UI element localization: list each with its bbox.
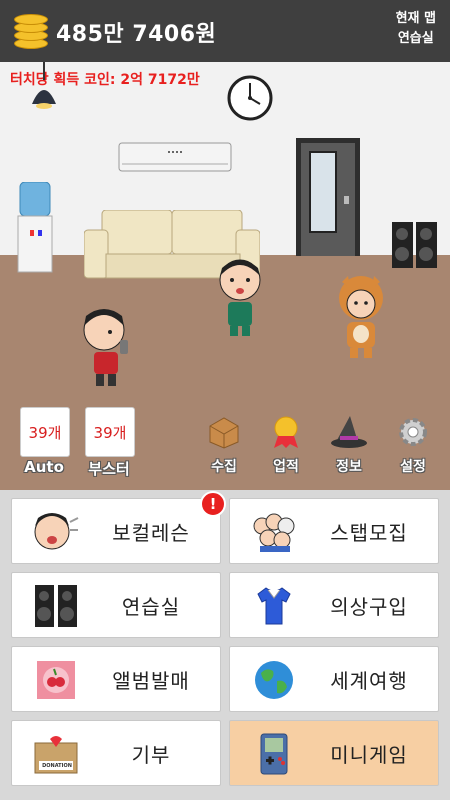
donation-button[interactable]: DONATION 기부 (11, 720, 221, 786)
album-release-button[interactable]: 앨범발매 (11, 646, 221, 712)
minigame-button[interactable]: 미니게임 (229, 720, 439, 786)
settings-menu[interactable]: 설정 (388, 412, 438, 476)
info-label: 정보 (336, 459, 362, 475)
auto-label: Auto (24, 458, 64, 476)
air-conditioner (118, 142, 232, 172)
speaker-icon (35, 585, 77, 627)
current-map-title: 현재 맵 (395, 11, 436, 26)
current-map[interactable]: 현재 맵 연습실 (396, 9, 436, 49)
world-tour-button[interactable]: 세계여행 (229, 646, 439, 712)
auto-slot[interactable]: 39개 (20, 407, 70, 457)
buy-costume-button[interactable]: 의상구입 (229, 572, 439, 638)
current-map-name: 연습실 (397, 31, 434, 46)
collection-menu[interactable]: 수집 (199, 412, 249, 476)
shirt-icon (257, 587, 291, 625)
staff-recruit-label: 스탭모집 (330, 520, 408, 545)
money-amount: 485만 7406원 (56, 22, 217, 47)
action-panel: 보컬레슨 ! 스탭모집 연습실 의상구입 앨범발매 세계여행 DONATION … (0, 490, 450, 800)
achievement-label: 업적 (273, 459, 299, 475)
globe-icon (255, 661, 293, 699)
singing-face-icon (34, 513, 79, 550)
coin-stack-icon (14, 14, 48, 49)
vocal-lesson-button[interactable]: 보컬레슨 ! (11, 491, 226, 564)
trainee-character[interactable] (214, 258, 266, 338)
speaker-stack (392, 222, 437, 268)
booster-label: 부스터 (88, 460, 130, 478)
medal-icon (274, 416, 298, 448)
booster-count: 39개 (93, 423, 127, 442)
gameboy-icon (260, 733, 288, 775)
achievement-menu[interactable]: 업적 (261, 412, 311, 476)
ceiling-lamp-icon (32, 62, 56, 109)
info-menu[interactable]: 정보 (324, 412, 374, 476)
alert-badge: ! (200, 491, 226, 517)
practice-room-button[interactable]: 연습실 (11, 572, 221, 638)
staff-recruit-button[interactable]: 스탭모집 (229, 498, 439, 564)
collection-label: 수집 (211, 459, 237, 475)
booster-slot[interactable]: 39개 (85, 407, 135, 457)
door (296, 138, 360, 256)
settings-label: 설정 (400, 459, 426, 475)
gear-icon (399, 418, 427, 446)
practice-room-label: 연습실 (121, 594, 181, 619)
album-release-label: 앨범발매 (112, 668, 190, 693)
minigame-label: 미니게임 (330, 742, 408, 767)
top-bar: 485만 7406원 현재 맵 연습실 (0, 0, 450, 62)
box-icon (209, 417, 239, 449)
vocal-lesson-label: 보컬레슨 (112, 520, 190, 545)
witch-hat-icon (331, 416, 367, 448)
donation-box-text: DONATION (42, 763, 72, 769)
world-tour-label: 세계여행 (330, 668, 408, 693)
game-scene[interactable]: 터치당 획득 코인: 2억 7172만 39개 Auto 39개 부스터 수집 … (0, 62, 450, 490)
donation-label: 기부 (131, 742, 171, 767)
donation-box-icon: DONATION (30, 729, 82, 779)
phone-character[interactable] (80, 308, 136, 390)
dog-costume-character[interactable] (336, 276, 386, 360)
wall-clock-icon (227, 75, 273, 121)
water-dispenser (17, 182, 53, 273)
staff-group-icon (253, 513, 295, 552)
auto-count: 39개 (28, 423, 62, 442)
album-icon (37, 661, 75, 699)
buy-costume-label: 의상구입 (330, 594, 408, 619)
